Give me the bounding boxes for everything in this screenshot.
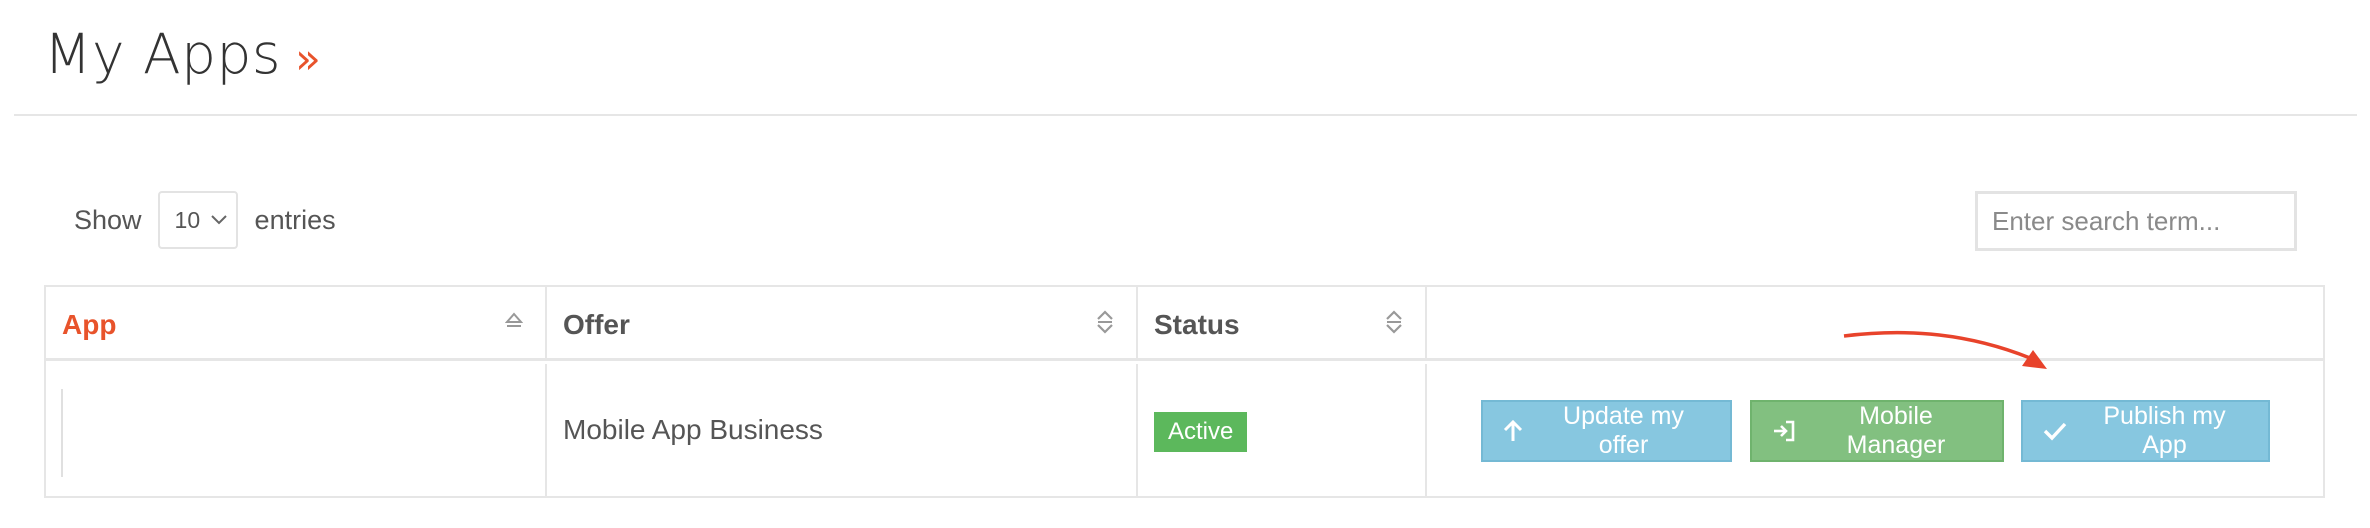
chevron-down-icon <box>210 215 227 225</box>
show-label: Show <box>74 204 142 235</box>
offer-cell: Mobile App Business <box>545 364 1136 496</box>
entries-length-control: Show 10 entries <box>74 190 336 250</box>
column-header-label: Offer <box>563 309 630 340</box>
column-header-status[interactable]: Status <box>1136 287 1425 358</box>
sort-ascending-icon <box>504 309 524 338</box>
publish-app-label: Publish my App <box>2103 402 2226 459</box>
check-icon <box>2043 421 2081 441</box>
app-image-placeholder <box>61 389 63 477</box>
mobile-manager-label: Mobile Manager <box>1846 402 1946 459</box>
entries-select[interactable]: 10 <box>157 191 238 249</box>
status-badge: Active <box>1154 412 1248 452</box>
update-offer-button[interactable]: Update my offer <box>1481 400 1732 462</box>
sort-both-icon <box>1096 309 1114 340</box>
annotation-arrow <box>1843 330 2047 369</box>
page-title: My Apps » <box>44 22 321 86</box>
mobile-manager-button[interactable]: Mobile Manager <box>1750 400 2004 462</box>
apps-table: App Offer Status Mobile App Business Act… <box>44 285 2325 498</box>
sign-in-icon <box>1772 420 1810 442</box>
table-row: Mobile App Business Active Update my off… <box>46 364 2323 496</box>
status-cell: Active <box>1136 364 1425 496</box>
sort-both-icon <box>1385 309 1403 340</box>
column-header-app[interactable]: App <box>46 287 545 358</box>
publish-app-button[interactable]: Publish my App <box>2021 400 2270 462</box>
title-chevron: » <box>295 34 322 83</box>
entries-select-value: 10 <box>174 206 201 233</box>
app-cell <box>46 364 545 496</box>
search-input[interactable] <box>1975 191 2297 251</box>
entries-label: entries <box>254 204 336 235</box>
page-title-text: My Apps <box>44 22 282 86</box>
title-divider <box>14 114 2357 116</box>
column-header-label: App <box>62 309 117 340</box>
column-header-offer[interactable]: Offer <box>545 287 1136 358</box>
update-offer-label: Update my offer <box>1563 402 1684 459</box>
column-header-label: Status <box>1154 309 1240 340</box>
actions-cell: Update my offer Mobile Manager Publish m… <box>1425 364 2323 496</box>
offer-name: Mobile App Business <box>563 414 823 445</box>
arrow-up-icon <box>1503 419 1537 443</box>
